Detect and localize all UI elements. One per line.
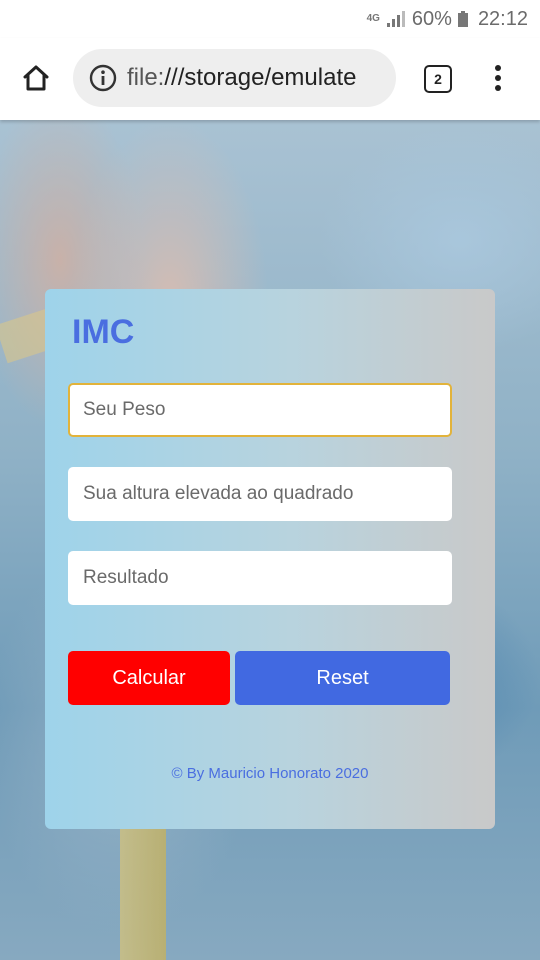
address-bar[interactable]: file:///storage/emulate — [73, 49, 396, 107]
clock: 22:12 — [477, 7, 528, 30]
url-text[interactable]: file:///storage/emulate — [127, 64, 356, 92]
home-button[interactable] — [18, 60, 54, 96]
weight-input[interactable] — [68, 383, 452, 437]
url-scheme: file: — [127, 64, 165, 91]
menu-dot — [495, 65, 501, 71]
url-path: ///storage/emulate — [164, 64, 357, 91]
battery-icon — [457, 11, 468, 27]
menu-dot — [495, 85, 501, 91]
tabs-icon[interactable]: 2 — [424, 65, 452, 93]
status-bar: 4G 60% 22:12 — [0, 0, 540, 38]
network-type: 4G — [366, 13, 380, 24]
menu-dot — [495, 75, 501, 81]
home-icon — [23, 65, 49, 91]
status-indicators: 4G 60% 22:12 — [367, 6, 528, 32]
background-tape — [120, 820, 166, 960]
browser-toolbar: file:///storage/emulate 2 — [0, 38, 540, 120]
imc-form-card: IMC Calcular Reset © By Mauricio Honorat… — [45, 289, 495, 829]
footer-credit: © By Mauricio Honorato 2020 — [171, 765, 369, 782]
info-icon[interactable] — [89, 64, 117, 92]
reset-button[interactable]: Reset — [235, 651, 450, 705]
calculate-button[interactable]: Calcular — [68, 651, 230, 705]
tab-count: 2 — [434, 71, 442, 87]
height-input[interactable] — [68, 467, 452, 521]
result-field[interactable] — [68, 551, 452, 605]
page-title: IMC — [72, 313, 135, 351]
signal-icon — [386, 10, 406, 28]
battery-percentage: 60% — [411, 7, 452, 30]
more-menu-icon[interactable] — [484, 62, 512, 94]
